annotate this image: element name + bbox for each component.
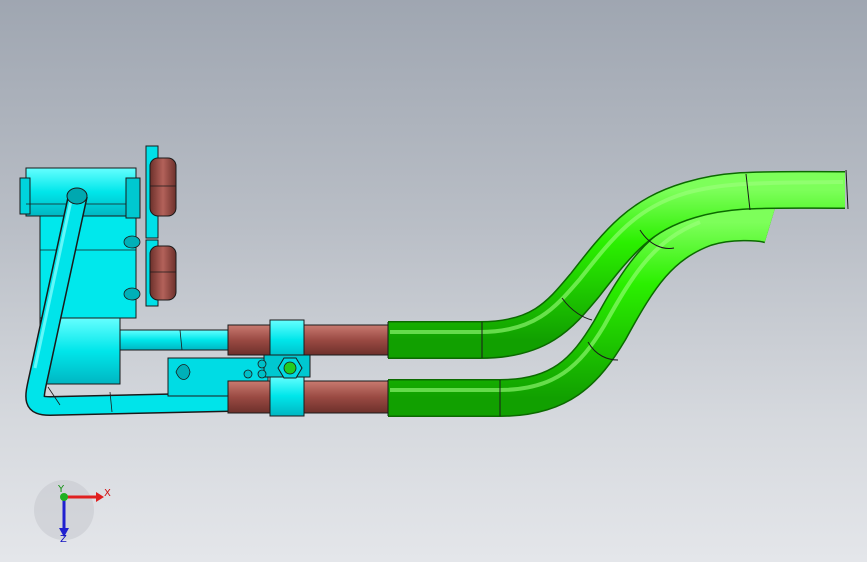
reference-triad[interactable]: X Y Z [34,480,111,545]
graphics-viewport[interactable]: X Y Z [0,0,867,562]
y-axis-label: Y [57,484,65,495]
upper-connector-tube[interactable] [119,329,231,351]
model-canvas[interactable]: X Y Z [0,0,867,562]
lower-copper-fitting[interactable] [145,239,177,307]
x-axis-label: X [104,488,111,499]
x-arrowhead-icon [96,492,104,502]
z-axis-label: Z [60,534,67,545]
upper-copper-fitting[interactable] [145,145,177,239]
